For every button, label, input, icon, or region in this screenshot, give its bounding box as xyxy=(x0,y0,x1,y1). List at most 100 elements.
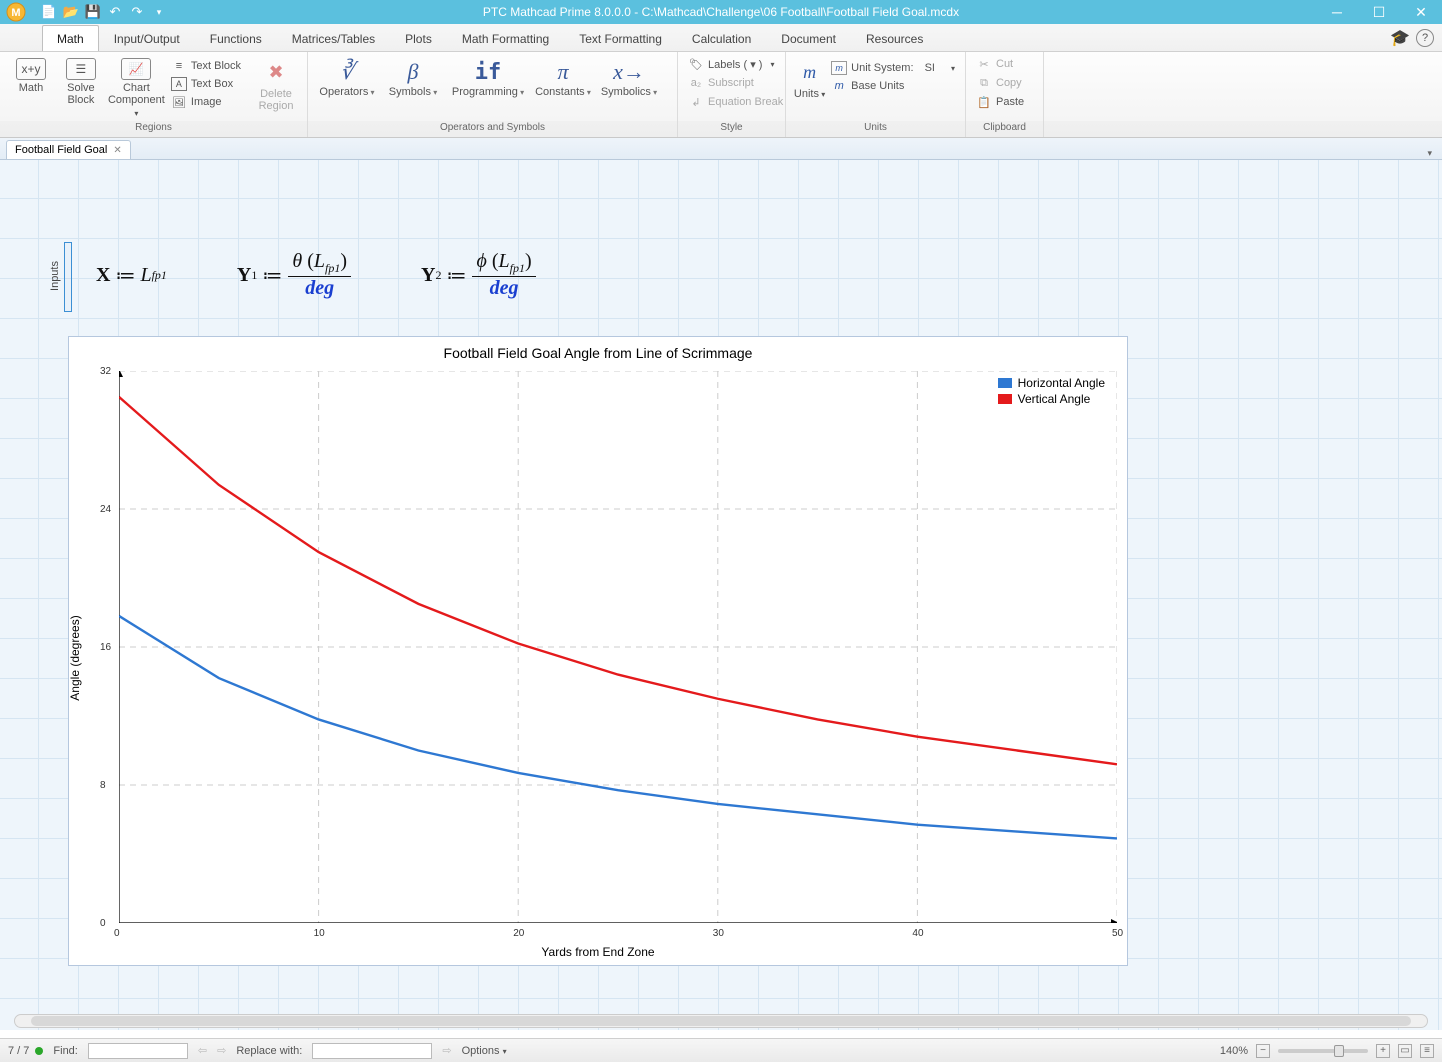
x-tick: 0 xyxy=(114,928,120,939)
replace-next-button[interactable]: ⇨ xyxy=(442,1044,451,1057)
inputs-side-label: Inputs xyxy=(46,240,64,312)
zoom-slider[interactable] xyxy=(1278,1049,1368,1053)
tab-functions[interactable]: Functions xyxy=(195,25,277,51)
open-file-button[interactable]: 📂 xyxy=(62,3,80,21)
base-units-icon: m xyxy=(831,79,847,93)
base-units-label: Base Units xyxy=(851,80,904,92)
tab-input-output[interactable]: Input/Output xyxy=(99,25,195,51)
selected-region[interactable]: Inputs X ≔ Lfp1 Y1 ≔ θ (Lfp1) deg Y2 ≔ ϕ… xyxy=(68,246,1128,966)
operators-button[interactable]: ∛Operators xyxy=(314,56,380,98)
qat-dropdown[interactable]: ▾ xyxy=(150,3,168,21)
base-units-button[interactable]: m Base Units xyxy=(827,78,959,94)
replace-label: Replace with: xyxy=(236,1045,302,1057)
tab-document[interactable]: Document xyxy=(766,25,851,51)
subscript-icon: a₂ xyxy=(688,76,704,90)
find-next-button[interactable]: ⇨ xyxy=(217,1044,226,1057)
minimize-button[interactable]: ─ xyxy=(1316,0,1358,24)
view-draft-button[interactable]: ≡ xyxy=(1420,1044,1434,1058)
svg-text:M: M xyxy=(11,7,20,19)
zoom-slider-knob[interactable] xyxy=(1334,1045,1344,1057)
learning-icon[interactable]: 🎓 xyxy=(1390,28,1410,48)
chart-component-label: Chart Component xyxy=(106,82,167,120)
constants-button[interactable]: πConstants xyxy=(530,56,596,98)
programming-button[interactable]: ifProgramming xyxy=(446,56,530,98)
tab-calculation[interactable]: Calculation xyxy=(677,25,766,51)
replace-input[interactable] xyxy=(312,1043,432,1059)
x-tick: 10 xyxy=(314,928,325,939)
constants-icon: π xyxy=(557,58,568,86)
chart-component-icon: 📈 xyxy=(121,58,151,80)
tab-text-formatting[interactable]: Text Formatting xyxy=(564,25,677,51)
labels-dropdown[interactable]: 🏷Labels ( ▾ )▾ xyxy=(684,56,778,72)
find-input[interactable] xyxy=(88,1043,188,1059)
maximize-button[interactable]: ☐ xyxy=(1358,0,1400,24)
eq-x-lhs: X xyxy=(96,264,110,287)
equation-y1[interactable]: Y1 ≔ θ (Lfp1) deg xyxy=(237,250,351,300)
save-file-button[interactable]: 💾 xyxy=(84,3,102,21)
ribbon-tabs: Math Input/Output Functions Matrices/Tab… xyxy=(0,24,1442,52)
page-indicator: 7 / 7 xyxy=(8,1045,43,1057)
tab-math-formatting[interactable]: Math Formatting xyxy=(447,25,564,51)
horizontal-scrollbar[interactable] xyxy=(14,1014,1428,1028)
workspace[interactable]: Inputs X ≔ Lfp1 Y1 ≔ θ (Lfp1) deg Y2 ≔ ϕ… xyxy=(0,160,1442,1030)
delete-region-icon: ✖ xyxy=(262,58,290,86)
chart-component-button[interactable]: 📈 Chart Component xyxy=(106,56,167,120)
tab-resources[interactable]: Resources xyxy=(851,25,938,51)
document-tabs-dropdown[interactable]: ▾ xyxy=(1417,148,1442,159)
solve-block-button[interactable]: ☰ Solve Block xyxy=(56,56,106,106)
window-title: PTC Mathcad Prime 8.0.0.0 - C:\Mathcad\C… xyxy=(483,5,959,19)
units-button[interactable]: m Units xyxy=(792,56,827,101)
options-dropdown[interactable]: Options ▾ xyxy=(462,1045,507,1057)
document-tab-active[interactable]: Football Field Goal ✕ xyxy=(6,140,131,159)
undo-button[interactable]: ↶ xyxy=(106,3,124,21)
labels-icon: 🏷 xyxy=(688,57,704,71)
delete-region-label: Delete Region xyxy=(259,88,294,112)
scrollbar-thumb[interactable] xyxy=(31,1016,1411,1026)
redo-button[interactable]: ↷ xyxy=(128,3,146,21)
group-style-label: Style xyxy=(678,121,785,137)
cut-label: Cut xyxy=(996,58,1013,70)
equation-y2[interactable]: Y2 ≔ ϕ (Lfp1) deg xyxy=(421,250,536,300)
find-prev-button[interactable]: ⇦ xyxy=(198,1044,207,1057)
view-page-button[interactable]: ▭ xyxy=(1398,1044,1412,1058)
page-number: 7 / 7 xyxy=(8,1045,29,1057)
help-button[interactable]: ? xyxy=(1416,29,1434,47)
new-file-button[interactable]: 📄 xyxy=(40,3,58,21)
solve-block-label: Solve Block xyxy=(67,82,95,106)
chart-region[interactable]: Football Field Goal Angle from Line of S… xyxy=(68,336,1128,966)
units-icon: m xyxy=(796,58,824,86)
group-regions-label: Regions xyxy=(0,121,307,137)
app-icon[interactable]: M xyxy=(0,0,36,24)
unit-system-dropdown[interactable]: mUnit System: SI▾ xyxy=(827,60,959,76)
eq-x-rhs: L xyxy=(140,264,151,287)
tab-math[interactable]: Math xyxy=(42,25,99,51)
symbolics-button[interactable]: x→Symbolics xyxy=(596,56,662,98)
tab-matrices-tables[interactable]: Matrices/Tables xyxy=(277,25,390,51)
programming-label: Programming xyxy=(452,86,524,98)
status-bar: 7 / 7 Find: ⇦ ⇨ Replace with: ⇨ Options … xyxy=(0,1038,1442,1062)
text-box-button[interactable]: AText Box xyxy=(167,76,245,92)
image-label: Image xyxy=(191,96,222,108)
zoom-out-button[interactable]: − xyxy=(1256,1044,1270,1058)
close-button[interactable]: ✕ xyxy=(1400,0,1442,24)
eq-y1-lhs: Y xyxy=(237,264,251,287)
equation-x[interactable]: X ≔ Lfp1 xyxy=(96,250,167,300)
zoom-in-button[interactable]: + xyxy=(1376,1044,1390,1058)
math-region-button[interactable]: x+y Math xyxy=(6,56,56,94)
group-units: m Units mUnit System: SI▾ mBase Units Un… xyxy=(786,52,966,137)
equation-row[interactable]: X ≔ Lfp1 Y1 ≔ θ (Lfp1) deg Y2 ≔ ϕ (Lfp1)… xyxy=(96,250,536,300)
eq-y1-deg: deg xyxy=(301,277,338,300)
y-tick: 8 xyxy=(100,780,106,791)
text-block-button[interactable]: ≡Text Block xyxy=(167,58,245,74)
image-button[interactable]: 🖼 Image xyxy=(167,94,245,110)
image-icon: 🖼 xyxy=(171,95,187,109)
symbols-icon: β xyxy=(408,58,419,86)
tab-plots[interactable]: Plots xyxy=(390,25,447,51)
symbols-button[interactable]: βSymbols xyxy=(380,56,446,98)
unit-system-value: SI xyxy=(925,62,935,74)
text-block-icon: ≡ xyxy=(171,59,187,73)
symbolics-label: Symbolics xyxy=(601,86,657,98)
paste-button[interactable]: 📋Paste xyxy=(972,94,1028,110)
document-tab-close-icon[interactable]: ✕ xyxy=(113,145,121,156)
selection-handle[interactable] xyxy=(64,242,72,312)
